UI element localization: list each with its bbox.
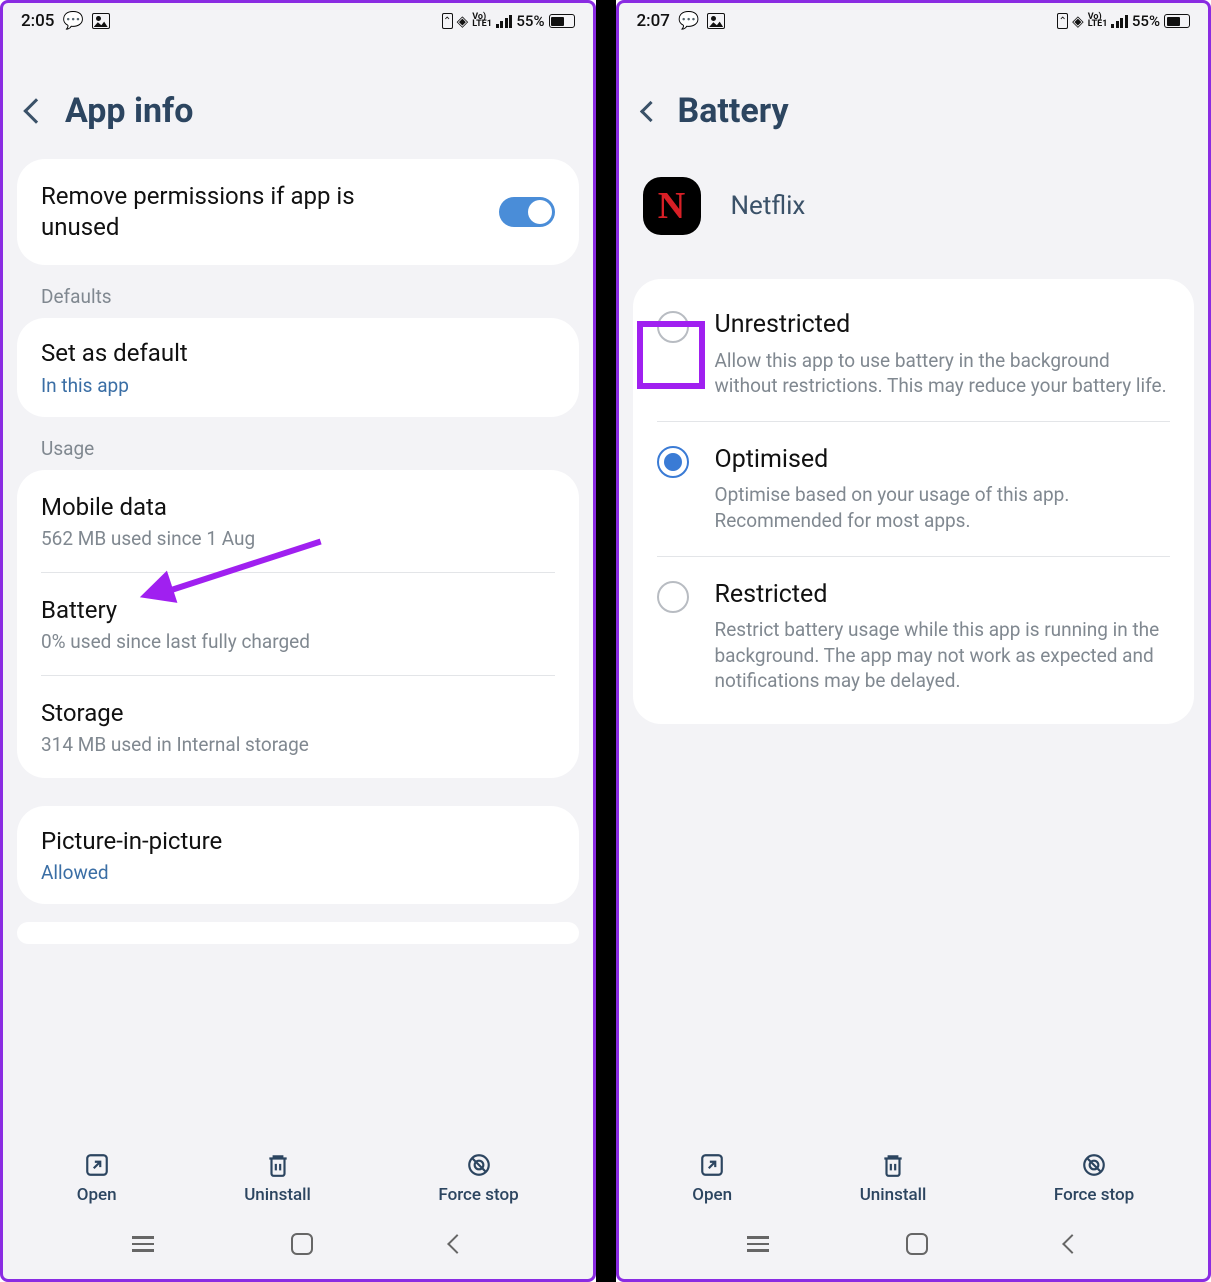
force-stop-label: Force stop	[438, 1185, 518, 1205]
mobile-data-sub: 562 MB used since 1 Aug	[41, 527, 555, 550]
wifi-icon: ◈	[1072, 12, 1084, 30]
radio-optimised[interactable]	[657, 446, 689, 478]
storage-sub: 314 MB used in Internal storage	[41, 733, 555, 756]
mobile-data-title: Mobile data	[41, 492, 555, 523]
remove-permissions-label: Remove permissions if app is unused	[41, 181, 421, 243]
time-label: 2:05	[21, 11, 54, 31]
page-header: App info	[3, 35, 593, 159]
set-default-title: Set as default	[41, 338, 555, 369]
netflix-app-icon: N	[643, 177, 701, 235]
nav-home-icon[interactable]	[291, 1233, 313, 1255]
nav-bar	[619, 1213, 1209, 1279]
back-icon[interactable]	[23, 98, 48, 123]
phone-left: 2:05 💬 ⌃ ◈ Vo) LTE1 55% App info Remove …	[0, 0, 596, 1282]
time-label: 2:07	[637, 11, 670, 31]
battery-sub: 0% used since last fully charged	[41, 630, 555, 653]
signal-icon	[496, 15, 513, 28]
optimised-desc: Optimise based on your usage of this app…	[715, 482, 1171, 533]
trash-icon	[264, 1151, 292, 1179]
radio-restricted[interactable]	[657, 581, 689, 613]
storage-row[interactable]: Storage 314 MB used in Internal storage	[41, 676, 555, 778]
remove-permissions-row[interactable]: Remove permissions if app is unused	[17, 159, 579, 265]
battery-icon	[1164, 14, 1190, 28]
section-defaults: Defaults	[17, 265, 579, 318]
lte-icon: Vo) LTE1	[472, 14, 492, 28]
wifi-icon: ◈	[457, 12, 469, 30]
toggle-switch[interactable]	[499, 197, 555, 227]
optimised-title: Optimised	[715, 444, 1171, 477]
battery-row[interactable]: Battery 0% used since last fully charged	[41, 573, 555, 675]
storage-title: Storage	[41, 698, 555, 729]
set-default-row[interactable]: Set as default In this app	[17, 318, 579, 416]
restricted-desc: Restrict battery usage while this app is…	[715, 617, 1171, 694]
stop-icon	[1080, 1151, 1108, 1179]
battery-percent: 55%	[516, 12, 544, 30]
next-card-peek[interactable]	[17, 922, 579, 944]
nav-bar	[3, 1213, 593, 1279]
force-stop-button[interactable]: Force stop	[438, 1151, 518, 1205]
restricted-title: Restricted	[715, 579, 1171, 612]
uninstall-label: Uninstall	[244, 1185, 311, 1205]
set-default-sub: In this app	[41, 374, 555, 397]
lte-icon: Vo) LTE1	[1088, 14, 1108, 28]
mobile-data-row[interactable]: Mobile data 562 MB used since 1 Aug	[41, 470, 555, 572]
page-title: Battery	[678, 91, 789, 131]
nav-home-icon[interactable]	[906, 1233, 928, 1255]
app-identity-row: N Netflix	[619, 159, 1209, 279]
pip-title: Picture-in-picture	[41, 826, 555, 857]
nav-back-icon[interactable]	[447, 1234, 467, 1254]
image-icon	[92, 13, 110, 29]
image-icon	[707, 13, 725, 29]
status-bar: 2:07 💬 ⌃ ◈ Vo) LTE1 55%	[619, 3, 1209, 35]
stop-icon	[465, 1151, 493, 1179]
trash-icon	[879, 1151, 907, 1179]
battery-saver-icon: ⌃	[442, 13, 453, 29]
signal-icon	[1111, 15, 1128, 28]
battery-percent: 55%	[1132, 12, 1160, 30]
open-button[interactable]: Open	[692, 1151, 732, 1205]
pip-sub: Allowed	[41, 861, 555, 884]
nav-recent-icon[interactable]	[747, 1236, 769, 1252]
open-icon	[698, 1151, 726, 1179]
force-stop-button[interactable]: Force stop	[1054, 1151, 1134, 1205]
app-name-label: Netflix	[731, 191, 806, 221]
unrestricted-title: Unrestricted	[715, 309, 1171, 342]
uninstall-button[interactable]: Uninstall	[244, 1151, 311, 1205]
page-title: App info	[65, 91, 193, 131]
open-icon	[83, 1151, 111, 1179]
bottom-action-bar: Open Uninstall Force stop	[619, 1135, 1209, 1213]
unrestricted-desc: Allow this app to use battery in the bac…	[715, 348, 1171, 399]
option-unrestricted[interactable]: Unrestricted Allow this app to use batte…	[657, 287, 1171, 421]
chat-icon: 💬	[62, 11, 83, 31]
nav-back-icon[interactable]	[1062, 1234, 1082, 1254]
battery-icon	[549, 14, 575, 28]
pip-row[interactable]: Picture-in-picture Allowed	[17, 806, 579, 904]
nav-recent-icon[interactable]	[132, 1236, 154, 1252]
open-label: Open	[692, 1185, 732, 1205]
phone-right: 2:07 💬 ⌃ ◈ Vo) LTE1 55% Battery N Netfli…	[616, 0, 1211, 1282]
option-optimised[interactable]: Optimised Optimise based on your usage o…	[657, 422, 1171, 556]
highlight-annotation	[637, 321, 705, 389]
uninstall-button[interactable]: Uninstall	[860, 1151, 927, 1205]
uninstall-label: Uninstall	[860, 1185, 927, 1205]
bottom-action-bar: Open Uninstall Force stop	[3, 1135, 593, 1213]
open-label: Open	[77, 1185, 117, 1205]
option-restricted[interactable]: Restricted Restrict battery usage while …	[657, 557, 1171, 716]
force-stop-label: Force stop	[1054, 1185, 1134, 1205]
chat-icon: 💬	[678, 11, 699, 31]
status-bar: 2:05 💬 ⌃ ◈ Vo) LTE1 55%	[3, 3, 593, 35]
section-usage: Usage	[17, 417, 579, 470]
battery-title: Battery	[41, 595, 555, 626]
battery-saver-icon: ⌃	[1057, 13, 1068, 29]
open-button[interactable]: Open	[77, 1151, 117, 1205]
back-icon[interactable]	[639, 100, 660, 121]
page-header: Battery	[619, 35, 1209, 159]
